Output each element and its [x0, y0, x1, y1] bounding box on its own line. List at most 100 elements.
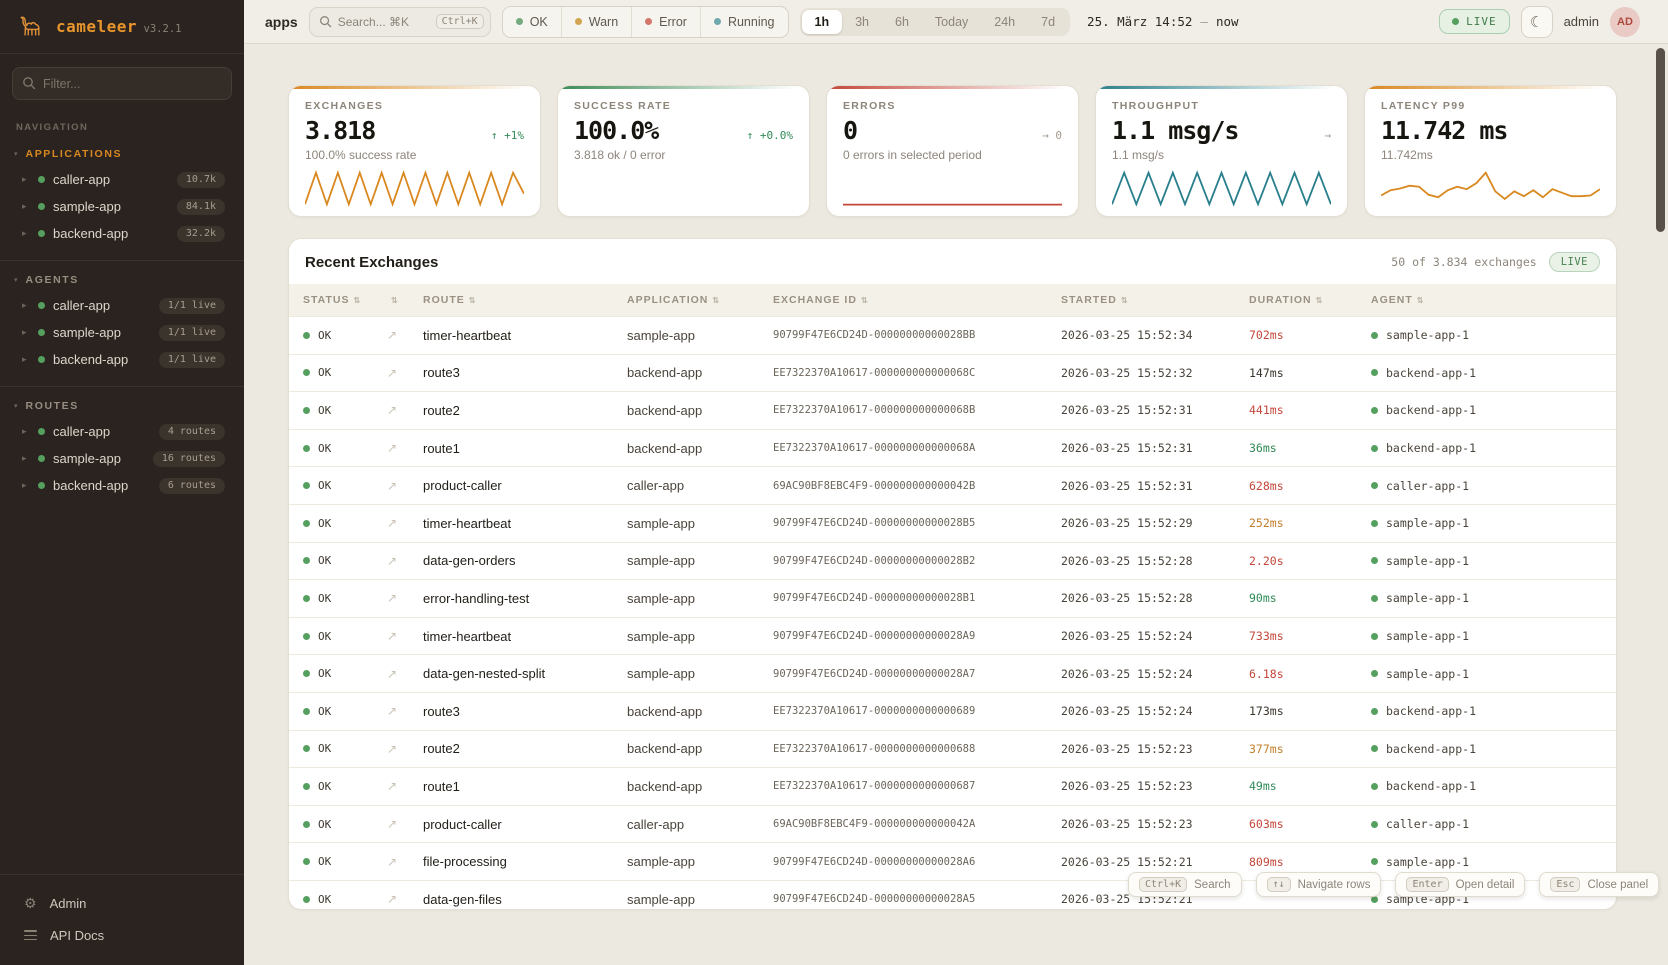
page-scrollbar[interactable] — [1656, 48, 1665, 232]
table-row[interactable]: OK ↗ product-caller caller-app 69AC90BF8… — [289, 805, 1616, 843]
sidebar-item-agent[interactable]: ▸ sample-app 1/1 live — [0, 319, 244, 346]
sidebar-item-application[interactable]: ▸ caller-app 10.7k — [0, 166, 244, 193]
open-exchange-link[interactable]: ↗ — [387, 479, 423, 493]
table-row[interactable]: OK ↗ route1 backend-app EE7322370A10617-… — [289, 767, 1616, 805]
column-header[interactable]: STATUS ⇅ — [303, 294, 387, 306]
agent-cell: sample-app-1 — [1371, 591, 1616, 605]
status-filter-chip[interactable]: Running — [700, 7, 788, 37]
live-dot-icon — [1452, 18, 1459, 25]
time-range-button[interactable]: 24h — [981, 10, 1028, 34]
open-exchange-link[interactable]: ↗ — [387, 892, 423, 906]
card-throughput[interactable]: THROUGHPUT 1.1 msg/s → 1.1 msg/s — [1095, 85, 1348, 217]
card-subtitle: 3.818 ok / 0 error — [574, 148, 793, 162]
sidebar-item-badge: 16 routes — [153, 451, 225, 467]
table-live-badge[interactable]: LIVE — [1549, 252, 1600, 272]
card-errors[interactable]: ERRORS 0 → 0 0 errors in selected period — [826, 85, 1079, 217]
card-exchanges[interactable]: EXCHANGES 3.818 ↑ +1% 100.0% success rat… — [288, 85, 541, 217]
status-cell: OK — [303, 592, 387, 605]
open-exchange-link[interactable]: ↗ — [387, 742, 423, 756]
sidebar-section-applications: ▾ APPLICATIONS ▸ caller-app 10.7k ▸ samp… — [0, 135, 244, 247]
column-header[interactable]: STARTED ⇅ — [1061, 294, 1249, 306]
sidebar-item-route[interactable]: ▸ caller-app 4 routes — [0, 418, 244, 445]
table-row[interactable]: OK ↗ timer-heartbeat sample-app 90799F47… — [289, 617, 1616, 655]
status-label: OK — [318, 329, 331, 342]
sidebar-item-api-docs[interactable]: API Docs — [0, 920, 244, 951]
logo[interactable]: cameleer v3.2.1 — [0, 0, 244, 54]
open-exchange-link[interactable]: ↗ — [387, 667, 423, 681]
column-header[interactable]: ROUTE ⇅ — [423, 294, 627, 306]
status-cell: OK — [303, 630, 387, 643]
time-range-button[interactable]: 6h — [882, 10, 922, 34]
table-row[interactable]: OK ↗ route3 backend-app EE7322370A10617-… — [289, 692, 1616, 730]
table-row[interactable]: OK ↗ error-handling-test sample-app 9079… — [289, 579, 1616, 617]
chevron-down-icon: ▾ — [14, 276, 18, 284]
datetime-start: 25. März 14:52 — [1087, 14, 1192, 29]
status-label: OK — [318, 667, 331, 680]
table-row[interactable]: OK ↗ route2 backend-app EE7322370A10617-… — [289, 391, 1616, 429]
open-exchange-link[interactable]: ↗ — [387, 328, 423, 342]
section-header-agents[interactable]: ▾ AGENTS — [0, 274, 244, 292]
sidebar-item-route[interactable]: ▸ sample-app 16 routes — [0, 445, 244, 472]
column-label: DURATION — [1249, 294, 1312, 306]
column-header[interactable]: EXCHANGE ID ⇅ — [773, 294, 1061, 306]
card-success-rate[interactable]: SUCCESS RATE 100.0% ↑ +0.0% 3.818 ok / 0… — [557, 85, 810, 217]
sidebar-item-badge: 84.1k — [177, 199, 225, 215]
section-header-applications[interactable]: ▾ APPLICATIONS — [0, 148, 244, 166]
route-cell: data-gen-orders — [423, 553, 627, 568]
sidebar-item-agent[interactable]: ▸ backend-app 1/1 live — [0, 346, 244, 373]
open-exchange-link[interactable]: ↗ — [387, 629, 423, 643]
column-header[interactable]: APPLICATION ⇅ — [627, 294, 773, 306]
table-row[interactable]: OK ↗ route3 backend-app EE7322370A10617-… — [289, 354, 1616, 392]
status-filter-chip[interactable]: OK — [503, 7, 561, 37]
time-range-button[interactable]: 3h — [842, 10, 882, 34]
flat-arrow-icon: → — [1324, 129, 1331, 142]
time-range-button[interactable]: 7d — [1028, 10, 1068, 34]
sidebar-item-agent[interactable]: ▸ caller-app 1/1 live — [0, 292, 244, 319]
theme-toggle[interactable]: ☾ — [1521, 6, 1553, 38]
sidebar-item-route[interactable]: ▸ backend-app 6 routes — [0, 472, 244, 499]
open-exchange-link[interactable]: ↗ — [387, 817, 423, 831]
table-row[interactable]: OK ↗ timer-heartbeat sample-app 90799F47… — [289, 316, 1616, 354]
table-row[interactable]: OK ↗ route2 backend-app EE7322370A10617-… — [289, 730, 1616, 768]
open-exchange-link[interactable]: ↗ — [387, 441, 423, 455]
status-filter-chip[interactable]: Warn — [561, 7, 631, 37]
table-row[interactable]: OK ↗ data-gen-orders sample-app 90799F47… — [289, 542, 1616, 580]
open-exchange-link[interactable]: ↗ — [387, 554, 423, 568]
open-exchange-link[interactable]: ↗ — [387, 403, 423, 417]
time-range-button[interactable]: Today — [922, 10, 981, 34]
section-title: APPLICATIONS — [26, 148, 123, 160]
time-range-button[interactable]: 1h — [802, 10, 843, 34]
sidebar-item-application[interactable]: ▸ backend-app 32.2k — [0, 220, 244, 247]
open-exchange-link[interactable]: ↗ — [387, 591, 423, 605]
global-search[interactable]: Search... ⌘K Ctrl+K — [309, 7, 491, 37]
open-exchange-link[interactable]: ↗ — [387, 704, 423, 718]
section-header-routes[interactable]: ▾ ROUTES — [0, 400, 244, 418]
sidebar-item-badge: 1/1 live — [159, 325, 225, 341]
live-toggle[interactable]: LIVE — [1439, 9, 1510, 34]
agent-cell: caller-app-1 — [1371, 817, 1616, 831]
datetime-display[interactable]: 25. März 14:52 — now — [1087, 14, 1238, 29]
sort-icon: ⇅ — [1316, 296, 1324, 305]
open-exchange-link[interactable]: ↗ — [387, 366, 423, 380]
agent-cell: backend-app-1 — [1371, 441, 1616, 455]
open-exchange-link[interactable]: ↗ — [387, 855, 423, 869]
sidebar-item-badge: 1/1 live — [159, 352, 225, 368]
ok-dot-icon — [303, 896, 310, 903]
table-row[interactable]: OK ↗ data-gen-nested-split sample-app 90… — [289, 654, 1616, 692]
table-row[interactable]: OK ↗ route1 backend-app EE7322370A10617-… — [289, 429, 1616, 467]
column-header[interactable]: ⇅ — [387, 296, 423, 305]
column-header[interactable]: AGENT ⇅ — [1371, 294, 1616, 306]
agent-cell: backend-app-1 — [1371, 366, 1616, 380]
open-exchange-link[interactable]: ↗ — [387, 516, 423, 530]
table-row[interactable]: OK ↗ timer-heartbeat sample-app 90799F47… — [289, 504, 1616, 542]
status-filter-chip[interactable]: Error — [631, 7, 700, 37]
column-header[interactable]: DURATION ⇅ — [1249, 294, 1371, 306]
sidebar-item-application[interactable]: ▸ sample-app 84.1k — [0, 193, 244, 220]
card-latency-p99[interactable]: LATENCY P99 11.742 ms 11.742ms — [1364, 85, 1617, 217]
avatar[interactable]: AD — [1610, 7, 1640, 37]
table-row[interactable]: OK ↗ product-caller caller-app 69AC90BF8… — [289, 466, 1616, 504]
filter-input[interactable] — [12, 67, 232, 100]
sidebar-item-badge: 32.2k — [177, 226, 225, 242]
sidebar-item-admin[interactable]: ⚙ Admin — [0, 887, 244, 920]
open-exchange-link[interactable]: ↗ — [387, 779, 423, 793]
